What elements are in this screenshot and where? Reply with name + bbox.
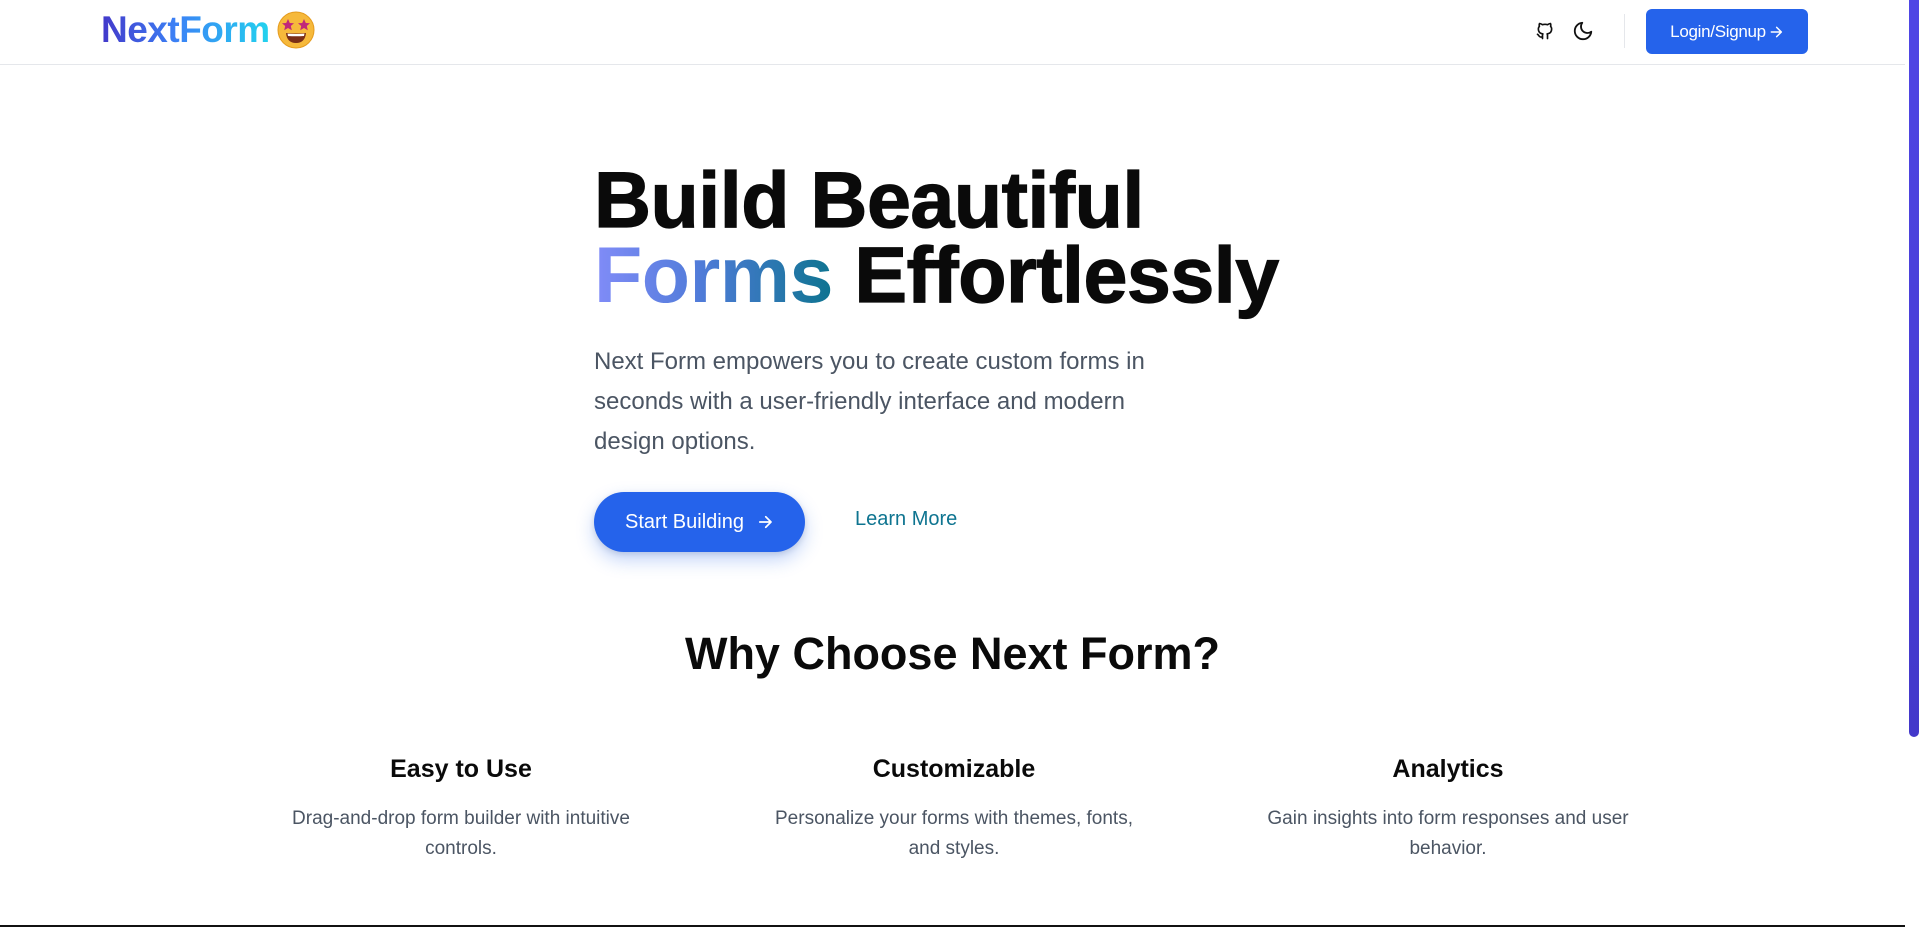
scrollbar[interactable]: [1909, 0, 1919, 737]
hero-subtitle: Next Form empowers you to create custom …: [594, 348, 1145, 455]
hero-title-highlight: Forms: [594, 230, 833, 319]
login-signup-label: Login/Signup: [1670, 21, 1766, 41]
github-icon: [1536, 22, 1553, 40]
hero-title-line2: Effortlessly: [832, 230, 1280, 319]
feature-card-analytics: Analytics Gain insights into form respon…: [1238, 750, 1658, 864]
hero-title: Build Beautiful Forms Effortlessly: [593, 159, 1279, 314]
top-navbar: NextForm Login/Signup: [0, 0, 1905, 65]
start-building-label: Start Building: [625, 510, 744, 533]
feature-card-customizable: Customizable Personalize your forms with…: [744, 750, 1164, 864]
github-button[interactable]: [1531, 17, 1559, 45]
learn-more-link[interactable]: Learn More: [855, 508, 957, 531]
logo-text[interactable]: NextForm: [101, 8, 270, 52]
login-signup-button[interactable]: Login/Signup: [1646, 9, 1808, 54]
feature-description: Gain insights into form responses and us…: [1267, 808, 1629, 859]
logo[interactable]: NextForm: [101, 8, 316, 52]
header-divider: [1624, 14, 1625, 48]
theme-toggle-button[interactable]: [1569, 17, 1597, 45]
feature-card-easy-to-use: Easy to Use Drag-and-drop form builder w…: [251, 750, 671, 864]
feature-description: Personalize your forms with themes, font…: [775, 808, 1133, 859]
star-struck-emoji-icon: [277, 11, 315, 49]
feature-description: Drag-and-drop form builder with intuitiv…: [292, 808, 630, 859]
feature-title: Customizable: [872, 755, 1036, 783]
moon-icon: [1573, 21, 1593, 41]
why-choose-title: Why Choose Next Form?: [684, 628, 1221, 679]
feature-title: Easy to Use: [390, 755, 532, 783]
feature-title: Analytics: [1392, 755, 1504, 783]
start-building-button[interactable]: Start Building: [594, 492, 805, 552]
arrow-right-icon: [758, 515, 772, 529]
arrow-right-icon: [1770, 26, 1782, 37]
